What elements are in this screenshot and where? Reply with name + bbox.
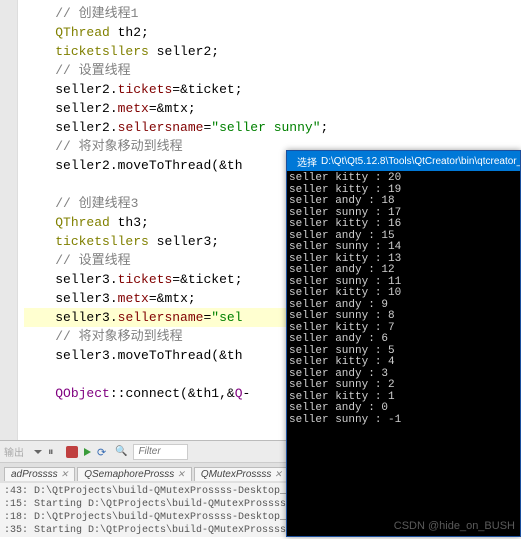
console-title-path: D:\Qt\Qt5.12.8\Tools\QtCreator\bin\qtcre…: [321, 156, 520, 167]
console-line: seller sunny : 8: [289, 311, 518, 323]
close-icon[interactable]: ✕: [274, 469, 282, 480]
console-line: seller andy : 18: [289, 196, 518, 208]
filter-input[interactable]: [133, 444, 188, 460]
close-icon[interactable]: ✕: [61, 469, 69, 480]
code-line[interactable]: // 创建线程1: [24, 4, 515, 23]
code-line[interactable]: ticketsllers seller2;: [24, 42, 515, 61]
code-line[interactable]: seller2.metx=&mtx;: [24, 99, 515, 118]
console-output[interactable]: seller kitty : 20seller kitty : 19seller…: [287, 171, 520, 428]
console-line: seller kitty : 4: [289, 357, 518, 369]
dropdown-icon[interactable]: [34, 450, 42, 454]
code-line[interactable]: // 设置线程: [24, 61, 515, 80]
console-titlebar[interactable]: 选择 D:\Qt\Qt5.12.8\Tools\QtCreator\bin\qt…: [287, 151, 520, 171]
console-line: seller kitty : 16: [289, 219, 518, 231]
console-line: seller kitty : 20: [289, 173, 518, 185]
console-line: seller andy : 0: [289, 403, 518, 415]
pause-icon[interactable]: ⏸: [48, 446, 60, 458]
line-gutter: [0, 0, 18, 440]
close-icon[interactable]: ✕: [177, 469, 185, 480]
tab-label: adProssss: [11, 469, 58, 480]
console-window[interactable]: 选择 D:\Qt\Qt5.12.8\Tools\QtCreator\bin\qt…: [286, 150, 521, 537]
console-line: seller kitty : 10: [289, 288, 518, 300]
tab-label: QMutexProssss: [201, 469, 272, 480]
play-icon[interactable]: [84, 448, 91, 456]
output-tab[interactable]: adProssss✕: [4, 467, 75, 481]
console-line: seller andy : 12: [289, 265, 518, 277]
console-line: seller sunny : 2: [289, 380, 518, 392]
output-tab[interactable]: QMutexProssss✕: [194, 467, 289, 481]
console-line: seller sunny : 14: [289, 242, 518, 254]
code-line[interactable]: seller2.sellersname="seller sunny";: [24, 118, 515, 137]
tab-label: QSemaphoreProsss: [84, 469, 174, 480]
link-icon[interactable]: ⟳: [97, 446, 109, 458]
output-tab[interactable]: QSemaphoreProsss✕: [77, 467, 192, 481]
output-label: 输出: [4, 444, 24, 459]
stop-icon[interactable]: [66, 446, 78, 458]
search-icon: 🔍: [115, 446, 127, 457]
console-line: seller andy : 6: [289, 334, 518, 346]
console-title-prefix: 选择: [297, 154, 317, 169]
code-line[interactable]: seller2.tickets=&ticket;: [24, 80, 515, 99]
code-line[interactable]: QThread th2;: [24, 23, 515, 42]
console-line: seller sunny : -1: [289, 415, 518, 427]
